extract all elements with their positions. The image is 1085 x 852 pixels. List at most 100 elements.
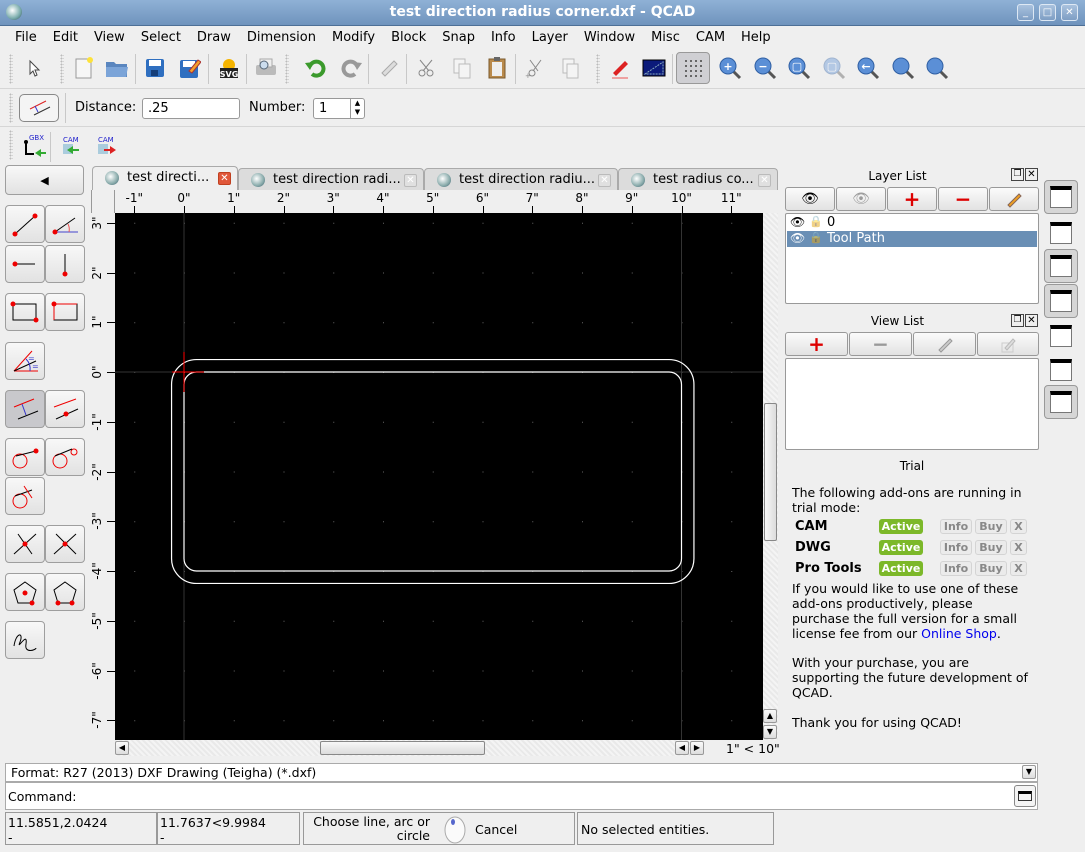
menu-snap[interactable]: Snap — [442, 27, 475, 45]
menu-help[interactable]: Help — [741, 27, 771, 45]
zoom-out-icon[interactable]: − — [751, 54, 779, 82]
command-line[interactable]: Command: — [5, 782, 1038, 810]
zoom-pan-icon[interactable] — [923, 54, 951, 82]
eraser-icon[interactable] — [375, 54, 403, 82]
cad-drawing[interactable] — [115, 213, 763, 740]
export-svg-icon[interactable]: SVG — [215, 54, 243, 82]
cut-reference-icon[interactable]: + — [520, 54, 548, 82]
rectangle-corner-button[interactable] — [45, 293, 85, 331]
offset-parallel-button[interactable] — [5, 390, 45, 428]
redo-icon[interactable] — [337, 54, 365, 82]
scroll-left-button-2[interactable]: ◀ — [675, 741, 689, 755]
tangent-two-circles-button[interactable] — [45, 438, 85, 476]
line-relative-angle-button[interactable] — [5, 525, 45, 563]
parallel-through-point-button[interactable] — [45, 390, 85, 428]
polygon-center-button[interactable] — [5, 573, 45, 611]
buy-button[interactable]: Buy — [975, 540, 1007, 555]
view-list-toggle[interactable] — [1044, 319, 1078, 353]
property-editor-toggle[interactable] — [1044, 180, 1078, 214]
spinbox-arrows[interactable]: ▲ ▼ — [350, 99, 364, 118]
cut-icon[interactable] — [412, 54, 440, 82]
zoom-window-icon[interactable] — [889, 54, 917, 82]
zoom-selection-icon[interactable]: ▢ — [820, 54, 848, 82]
eye-icon[interactable]: 👁 — [790, 231, 805, 245]
close-tab-icon[interactable]: ✕ — [218, 172, 231, 185]
new-file-icon[interactable] — [70, 54, 98, 82]
remove-layer-button[interactable]: − — [938, 187, 988, 211]
tab-document-1[interactable]: test directi... ✕ — [92, 166, 238, 190]
menu-cam[interactable]: CAM — [696, 27, 725, 45]
angle-bisector-button[interactable]: = = — [5, 342, 45, 380]
close-tab-icon[interactable]: ✕ — [404, 174, 417, 187]
buy-button[interactable]: Buy — [975, 519, 1007, 534]
save-icon[interactable] — [141, 54, 169, 82]
block-list-toggle[interactable] — [1044, 216, 1078, 250]
lock-icon[interactable]: 🔒 — [809, 215, 823, 228]
toolbar-grip[interactable] — [596, 54, 600, 84]
toolbar-grip[interactable] — [285, 54, 289, 84]
layer-list-toggle[interactable] — [1044, 284, 1078, 318]
paste-icon[interactable] — [483, 54, 511, 82]
gbx-import-icon[interactable]: GBX — [20, 131, 48, 159]
menu-dimension[interactable]: Dimension — [247, 27, 316, 45]
menu-file[interactable]: File — [15, 27, 37, 45]
add-layer-button[interactable]: + — [887, 187, 937, 211]
float-dock-icon[interactable]: ❐ — [1011, 314, 1024, 327]
distance-input[interactable] — [142, 98, 240, 119]
menu-window[interactable]: Window — [584, 27, 635, 45]
clipboard-toggle[interactable] — [1044, 353, 1078, 387]
layer-row[interactable]: 👁 🔒 0 — [787, 215, 1037, 231]
pencil-draw-icon[interactable] — [606, 54, 634, 82]
close-dock-icon[interactable]: ✕ — [1025, 314, 1038, 327]
close-dock-icon[interactable]: ✕ — [1025, 168, 1038, 181]
horizontal-scroll-handle[interactable] — [320, 741, 485, 755]
format-combo[interactable]: Format: R27 (2013) DXF Drawing (Teigha) … — [5, 763, 1038, 782]
hide-all-layers-button[interactable]: 👁 — [836, 187, 886, 211]
line-angle-button[interactable] — [45, 205, 85, 243]
chevron-down-icon[interactable]: ▼ — [1022, 765, 1036, 779]
close-tab-icon[interactable]: ✕ — [598, 174, 611, 187]
buy-button[interactable]: Buy — [975, 561, 1007, 576]
dismiss-button[interactable]: X — [1010, 561, 1027, 576]
float-dock-icon[interactable]: ❐ — [1011, 168, 1024, 181]
menu-misc[interactable]: Misc — [651, 27, 680, 45]
history-window-button[interactable] — [1014, 785, 1036, 807]
tab-document-4[interactable]: test radius co... ✕ — [618, 168, 778, 190]
line-two-points-button[interactable] — [5, 205, 45, 243]
library-browser-toggle[interactable] — [1044, 249, 1078, 283]
close-button[interactable]: ✕ — [1061, 4, 1078, 21]
copy-icon[interactable] — [448, 54, 476, 82]
online-shop-link[interactable]: Online Shop — [921, 626, 997, 641]
toolbar-grip[interactable] — [60, 54, 64, 84]
lock-icon[interactable]: 🔒 — [809, 231, 823, 244]
undo-icon[interactable] — [302, 54, 330, 82]
cam-export-icon[interactable]: CAM — [93, 131, 121, 159]
scroll-left-button[interactable]: ◀ — [115, 741, 129, 755]
orthogonal-line-button[interactable] — [45, 525, 85, 563]
tangent-point-circle-button[interactable] — [5, 438, 45, 476]
info-button[interactable]: Info — [940, 561, 972, 576]
remove-view-button[interactable]: − — [849, 332, 912, 356]
tab-document-3[interactable]: test direction radiu... ✕ — [424, 168, 618, 190]
dismiss-button[interactable]: X — [1010, 540, 1027, 555]
add-view-button[interactable]: + — [785, 332, 848, 356]
horizontal-scrollbar[interactable]: ◀ ◀ ▶ — [115, 740, 704, 756]
freehand-line-button[interactable] — [5, 621, 45, 659]
rectangle-button[interactable] — [5, 293, 45, 331]
menu-edit[interactable]: Edit — [53, 27, 78, 45]
eye-icon[interactable]: 👁 — [790, 215, 805, 229]
toolbar-grip[interactable] — [9, 130, 13, 160]
scroll-up-button[interactable]: ▲ — [763, 709, 777, 723]
info-button[interactable]: Info — [940, 540, 972, 555]
dismiss-button[interactable]: X — [1010, 519, 1027, 534]
save-as-icon[interactable] — [176, 54, 204, 82]
close-tab-icon[interactable]: ✕ — [758, 174, 771, 187]
vertical-scrollbar[interactable]: ▲ ▼ — [763, 213, 778, 740]
back-button[interactable]: ◀ — [5, 165, 84, 195]
line-vertical-button[interactable] — [45, 245, 85, 283]
vertical-scroll-handle[interactable] — [764, 403, 777, 541]
menu-draw[interactable]: Draw — [197, 27, 231, 45]
scroll-right-button[interactable]: ▶ — [690, 741, 704, 755]
drawing-area-icon[interactable] — [640, 54, 668, 82]
menu-modify[interactable]: Modify — [332, 27, 375, 45]
